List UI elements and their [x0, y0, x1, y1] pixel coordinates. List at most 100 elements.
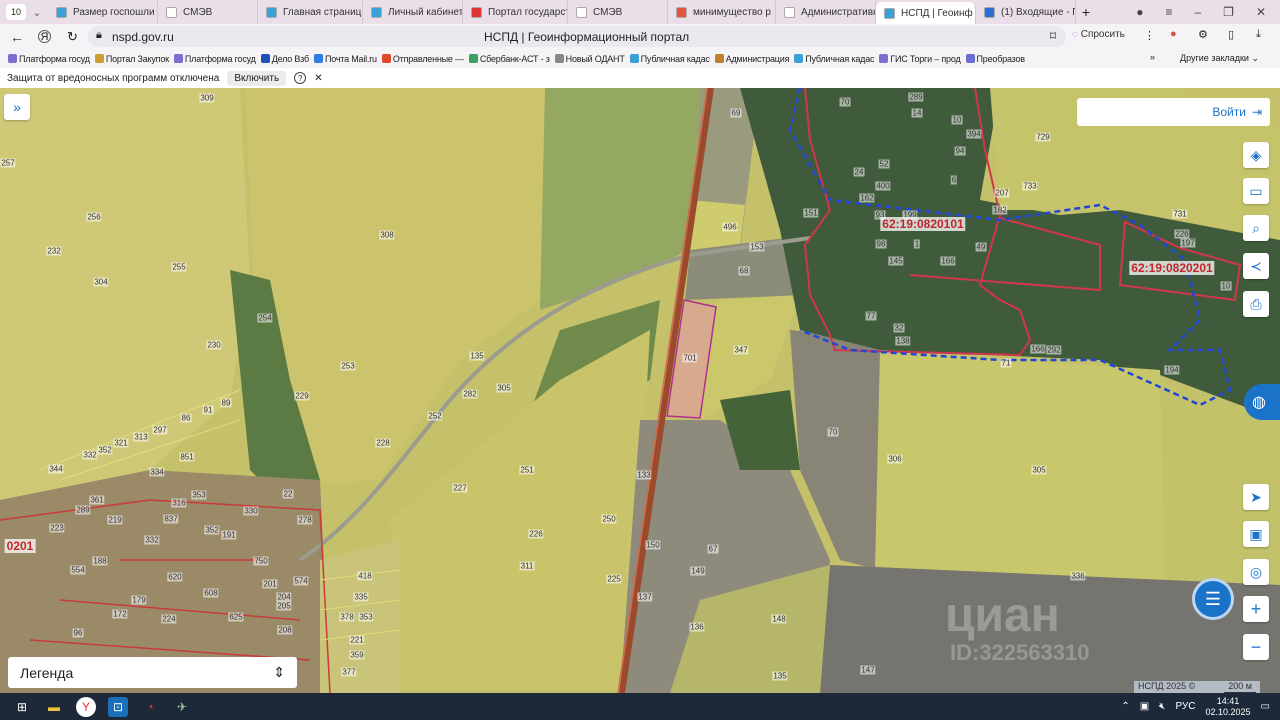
bookmark-item[interactable]: Платформа госуд	[8, 54, 90, 64]
tab[interactable]: Главная страниц	[258, 0, 363, 24]
extensions-icon[interactable]: ⚙	[1198, 28, 1208, 41]
tab[interactable]: СМЭВ	[568, 0, 668, 24]
parcel-label[interactable]: 252	[427, 411, 443, 421]
bookmark-item[interactable]: Администрация	[714, 54, 789, 64]
assistant-button[interactable]: ◍	[1244, 384, 1280, 420]
parcel-label[interactable]: 254	[257, 313, 273, 323]
zoom-out-button[interactable]: −	[1243, 634, 1269, 660]
tab[interactable]: Личный кабинет	[363, 0, 463, 24]
parcel-label[interactable]: 98	[875, 239, 887, 249]
bookmark-item[interactable]: Отправленные —	[381, 54, 464, 64]
parcel-label[interactable]: 49	[975, 242, 987, 252]
parcel-label[interactable]: 86	[180, 413, 192, 423]
parcel-label[interactable]: 226	[1174, 229, 1190, 239]
parcel-label[interactable]: 149	[690, 566, 706, 576]
close-window-button[interactable]: ✕	[1256, 5, 1266, 19]
parcel-label[interactable]: 166	[1030, 344, 1046, 354]
network-icon[interactable]: ▣	[1140, 701, 1149, 712]
parcel-label[interactable]: 221	[349, 635, 365, 645]
parcel-label[interactable]: 204	[276, 592, 292, 602]
parcel-label[interactable]: 227	[452, 483, 468, 493]
parcel-label[interactable]: 313	[133, 432, 149, 442]
parcel-label[interactable]: 352	[204, 525, 220, 535]
parcel-label[interactable]: 148	[771, 614, 787, 624]
parcel-label[interactable]: 361	[89, 495, 105, 505]
parcel-label[interactable]: 162	[859, 193, 875, 203]
explorer-icon[interactable]: ▬	[44, 697, 64, 717]
tab[interactable]: Размер госпошли	[48, 0, 158, 24]
parcel-label[interactable]: 191	[221, 530, 237, 540]
notifications-icon[interactable]: ▭	[1261, 701, 1270, 712]
bookmark-item[interactable]: Портал Закупок	[94, 54, 169, 64]
parcel-label[interactable]: 219	[107, 515, 123, 525]
bookmark-item[interactable]: Новый ОДАНТ	[554, 54, 625, 64]
app-icon[interactable]: ◔	[140, 697, 160, 717]
legend-panel[interactable]: Легенда ⇕	[8, 657, 297, 688]
parcel-label[interactable]: 205	[276, 601, 292, 611]
navigate-button[interactable]: ➤	[1243, 484, 1269, 510]
ruler-button[interactable]: ▭	[1243, 178, 1269, 204]
print-button[interactable]: ⎙	[1243, 291, 1269, 317]
parcel-label[interactable]: 70	[839, 97, 851, 107]
parcel-label[interactable]: 70	[827, 427, 839, 437]
bookmark-item[interactable]: Преобразов	[965, 54, 1025, 64]
parcel-label[interactable]: 137	[637, 592, 653, 602]
parcel-label[interactable]: 257	[0, 158, 16, 168]
parcel-label[interactable]: 309	[199, 93, 215, 103]
parcel-label[interactable]: 224	[161, 614, 177, 624]
tab-counter[interactable]: 10	[6, 4, 26, 20]
app-icon[interactable]: ✈	[172, 697, 192, 717]
parcel-label[interactable]: 316	[171, 498, 187, 508]
parcel-label[interactable]: 335	[353, 592, 369, 602]
chat-button[interactable]: ☰	[1192, 578, 1234, 620]
parcel-label[interactable]: 731	[1172, 209, 1188, 219]
parcel-label[interactable]: 135	[469, 351, 485, 361]
layers-button[interactable]: ◈	[1243, 142, 1269, 168]
tab[interactable]: НСПД | Геоинф✕	[876, 2, 976, 24]
parcel-label[interactable]: 620	[167, 572, 183, 582]
parcel-label[interactable]: 729	[1035, 132, 1051, 142]
parcel-label[interactable]: 334	[149, 467, 165, 477]
parcel-label[interactable]: 91	[202, 405, 214, 415]
bookmark-item[interactable]: Публичная кадас	[794, 54, 875, 64]
back-icon[interactable]: ←	[10, 29, 24, 45]
parcel-label[interactable]: 278	[297, 515, 313, 525]
parcel-label[interactable]: 6	[950, 175, 958, 185]
parcel-label[interactable]: 22	[282, 489, 294, 499]
parcel-label[interactable]: 194	[1164, 365, 1180, 375]
more-icon[interactable]: ⋮	[1144, 29, 1155, 42]
help-icon[interactable]: ?	[294, 72, 307, 84]
parcel-label[interactable]: 253	[340, 361, 356, 371]
parcel-label[interactable]: 378	[339, 612, 355, 622]
tab[interactable]: (1) Входящие - По	[976, 0, 1076, 24]
tab[interactable]: минимущество р	[668, 0, 776, 24]
parcel-label[interactable]: 418	[357, 571, 373, 581]
parcel-label[interactable]: 24	[853, 167, 865, 177]
tab[interactable]: Административн	[776, 0, 876, 24]
parcel-label[interactable]: 353	[358, 612, 374, 622]
restore-button[interactable]: ❐	[1223, 5, 1234, 19]
clock[interactable]: 14:41 02.10.2025	[1206, 696, 1251, 718]
parcel-label[interactable]: 14	[911, 108, 923, 118]
parcel-label[interactable]: 71	[1000, 358, 1012, 368]
reload-icon[interactable]: ↻	[67, 29, 78, 45]
bookmark-more-icon[interactable]: »	[1150, 52, 1155, 62]
parcel-label[interactable]: 153	[749, 242, 765, 252]
parcel-label[interactable]: 77	[865, 311, 877, 321]
parcel-label[interactable]: 554	[70, 565, 86, 575]
parcel-label[interactable]: 344	[48, 464, 64, 474]
parcel-label[interactable]: 207	[994, 188, 1010, 198]
parcel-label[interactable]: 96	[72, 628, 84, 638]
parcel-label[interactable]: 330	[243, 506, 259, 516]
parcel-label[interactable]: 32	[893, 323, 905, 333]
other-bookmarks[interactable]: Другие закладки ⌄	[1180, 53, 1259, 64]
parcel-label[interactable]: 67	[707, 544, 719, 554]
parcel-label[interactable]: 336	[1070, 571, 1086, 581]
profile-icon[interactable]: ●	[1136, 5, 1143, 19]
parcel-label[interactable]: 305	[496, 383, 512, 393]
cadastral-quarter-label[interactable]: 0201	[4, 539, 36, 553]
parcel-label[interactable]: 188	[92, 556, 108, 566]
parcel-label[interactable]: 172	[112, 609, 128, 619]
parcel-label[interactable]: 150	[645, 540, 661, 550]
bookmark-item[interactable]: Сбербанк-АСТ - з	[468, 54, 550, 64]
